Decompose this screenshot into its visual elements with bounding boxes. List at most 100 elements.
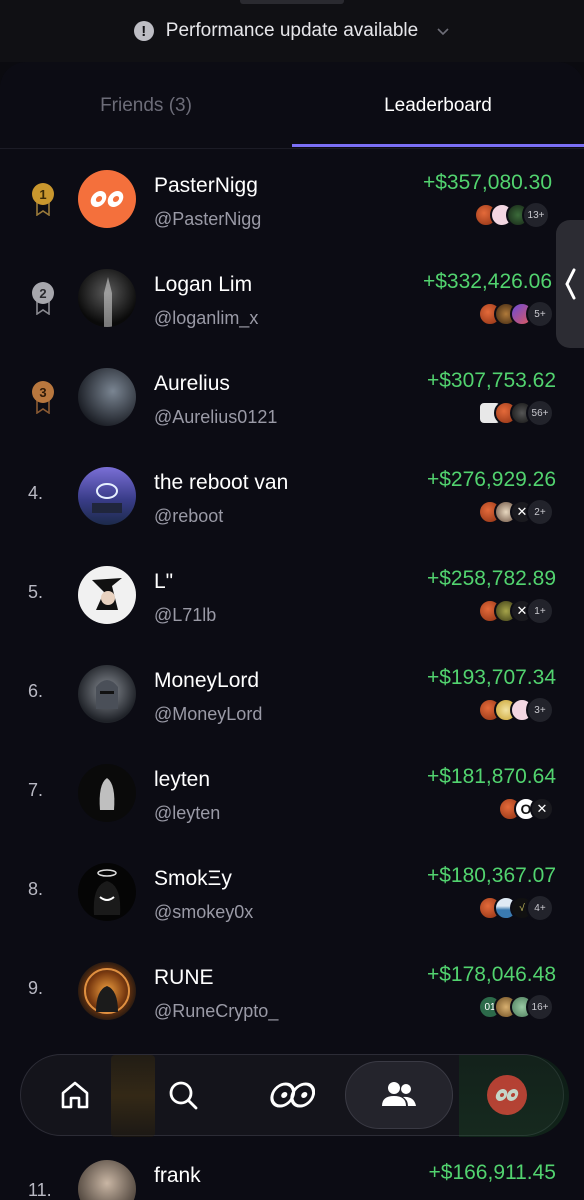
pnl-amount: +$193,707.34 xyxy=(426,666,556,689)
leaderboard-row[interactable]: 8. SmokΞy @smokey0x +$180,367.07 √ 4+ xyxy=(0,843,584,942)
token-count-badge: 2+ xyxy=(526,498,554,526)
user-name: the reboot van xyxy=(154,471,289,494)
token-count-badge: 16+ xyxy=(526,993,554,1021)
user-handle: @PasterNigg xyxy=(154,209,262,229)
rank-number: 5. xyxy=(28,582,44,602)
pnl-amount: +$181,870.64 xyxy=(426,765,556,788)
avatar[interactable] xyxy=(78,269,136,327)
leaderboard-row[interactable]: 1 PasterNigg @PasterNigg +$357,080.30 13… xyxy=(0,150,584,249)
user-handle: @loganlim_x xyxy=(154,308,259,328)
leaderboard-row[interactable]: 3 Aurelius @Aurelius0121 +$307,753.62 56… xyxy=(0,348,584,447)
chevron-left-icon xyxy=(565,268,576,300)
banner-text: Performance update available xyxy=(165,20,419,41)
bronze-medal-icon: 3 xyxy=(32,381,54,414)
token-stack[interactable]: 5+ xyxy=(478,300,554,328)
avatar[interactable] xyxy=(78,170,136,228)
token-count-badge: 4+ xyxy=(526,894,554,922)
leaderboard-row[interactable]: 4. the reboot van @reboot +$276,929.26 ✕… xyxy=(0,447,584,546)
leaderboard-row[interactable]: 9. RUNE @RuneCrypto_ +$178,046.48 01 16+ xyxy=(0,942,584,1041)
user-handle: @MoneyLord xyxy=(154,704,263,724)
bottom-nav xyxy=(20,1054,569,1137)
leaderboard-sheet: Friends (3) Leaderboard 1 PasterNigg @Pa… xyxy=(0,62,584,1200)
avatar[interactable] xyxy=(78,863,136,921)
user-handle: @L71lb xyxy=(154,605,217,625)
user-name: SmokΞy xyxy=(154,867,232,890)
search-icon xyxy=(169,1081,198,1110)
token-count-badge: 13+ xyxy=(522,201,550,229)
user-name: frank xyxy=(154,1164,201,1187)
pnl-amount: +$258,782.89 xyxy=(426,567,556,590)
rank-number: 8. xyxy=(28,879,44,899)
tab-divider xyxy=(0,148,584,149)
pnl-amount: +$180,367.07 xyxy=(426,864,556,887)
row-10-peek xyxy=(459,1055,569,1137)
token-stack[interactable]: 01 16+ xyxy=(478,993,554,1021)
token-stack[interactable]: ✕ 2+ xyxy=(478,498,554,526)
avatar[interactable] xyxy=(78,764,136,822)
token-stack[interactable]: 13+ xyxy=(474,201,550,229)
tab-leaderboard[interactable]: Leaderboard xyxy=(292,62,584,148)
user-name: PasterNigg xyxy=(154,174,258,197)
avatar[interactable] xyxy=(78,665,136,723)
token-count-badge: 3+ xyxy=(526,696,554,724)
info-icon: ! xyxy=(133,21,154,41)
active-tab-indicator xyxy=(292,144,584,147)
user-handle: @leyten xyxy=(154,803,221,823)
leaderboard-row[interactable]: 6. MoneyLord @MoneyLord +$193,707.34 3+ xyxy=(0,645,584,744)
rank-number: 4. xyxy=(28,483,44,503)
row-10-peek xyxy=(111,1055,155,1137)
avatar[interactable] xyxy=(78,1160,136,1200)
token-stack[interactable]: O ✕ xyxy=(498,796,554,822)
side-drawer-handle[interactable] xyxy=(556,220,584,348)
performance-update-banner[interactable]: ! Performance update available xyxy=(0,0,584,62)
gold-medal-icon: 1 xyxy=(32,183,54,216)
svg-text:3: 3 xyxy=(39,385,46,400)
leaderboard-row[interactable]: 5. L" @L71lb +$258,782.89 ✕ 1+ xyxy=(0,546,584,645)
pnl-amount: +$276,929.26 xyxy=(426,468,556,491)
user-name: MoneyLord xyxy=(154,669,260,692)
leaderboard-row[interactable]: 2 Logan Lim @loganlim_x +$332,426.06 5+ xyxy=(0,249,584,348)
svg-text:2: 2 xyxy=(39,286,46,301)
pnl-amount: +$166,911.45 xyxy=(428,1161,557,1184)
token-stack[interactable]: 56+ xyxy=(478,399,554,427)
user-handle: @Aurelius0121 xyxy=(154,407,278,427)
user-name: leyten xyxy=(154,768,211,791)
svg-text:1: 1 xyxy=(39,187,46,202)
rank-number: 6. xyxy=(28,681,44,701)
tab-bar: Friends (3) Leaderboard xyxy=(0,62,584,148)
nav-friends[interactable] xyxy=(345,1061,453,1129)
avatar[interactable] xyxy=(78,467,136,525)
avatar[interactable] xyxy=(78,962,136,1020)
rank-number: 11. xyxy=(28,1180,52,1200)
app-logo-icon xyxy=(270,1082,315,1108)
pnl-amount: +$307,753.62 xyxy=(426,369,556,392)
rank-number: 9. xyxy=(28,978,44,998)
pnl-amount: +$178,046.48 xyxy=(426,963,556,986)
token-stack[interactable]: 3+ xyxy=(478,696,554,724)
user-name: L" xyxy=(154,570,174,593)
user-name: Aurelius xyxy=(154,372,230,395)
home-icon xyxy=(61,1081,89,1109)
token-count-badge: 56+ xyxy=(526,399,554,427)
user-handle: @smokey0x xyxy=(154,902,254,922)
nav-feed[interactable] xyxy=(237,1061,345,1129)
user-handle: @reboot xyxy=(154,506,224,526)
leaderboard-row[interactable]: 11. frank +$166,911.45 xyxy=(0,1140,584,1200)
token-stack[interactable]: √ 4+ xyxy=(478,894,554,922)
device-notch xyxy=(240,0,344,4)
token-icon: ✕ xyxy=(530,797,554,821)
leaderboard-row[interactable]: 7. leyten @leyten +$181,870.64 O ✕ xyxy=(0,744,584,843)
token-stack[interactable]: ✕ 1+ xyxy=(478,597,554,625)
user-name: RUNE xyxy=(154,966,214,989)
pnl-amount: +$357,080.30 xyxy=(422,171,552,194)
token-count-badge: 1+ xyxy=(526,597,554,625)
rank-number: 7. xyxy=(28,780,44,800)
user-handle: @RuneCrypto_ xyxy=(154,1001,279,1021)
chevron-down-icon xyxy=(437,28,449,36)
avatar[interactable] xyxy=(78,368,136,426)
silver-medal-icon: 2 xyxy=(32,282,54,315)
token-count-badge: 5+ xyxy=(526,300,554,328)
avatar[interactable] xyxy=(78,566,136,624)
tab-friends[interactable]: Friends (3) xyxy=(0,62,292,148)
users-icon xyxy=(382,1082,416,1106)
